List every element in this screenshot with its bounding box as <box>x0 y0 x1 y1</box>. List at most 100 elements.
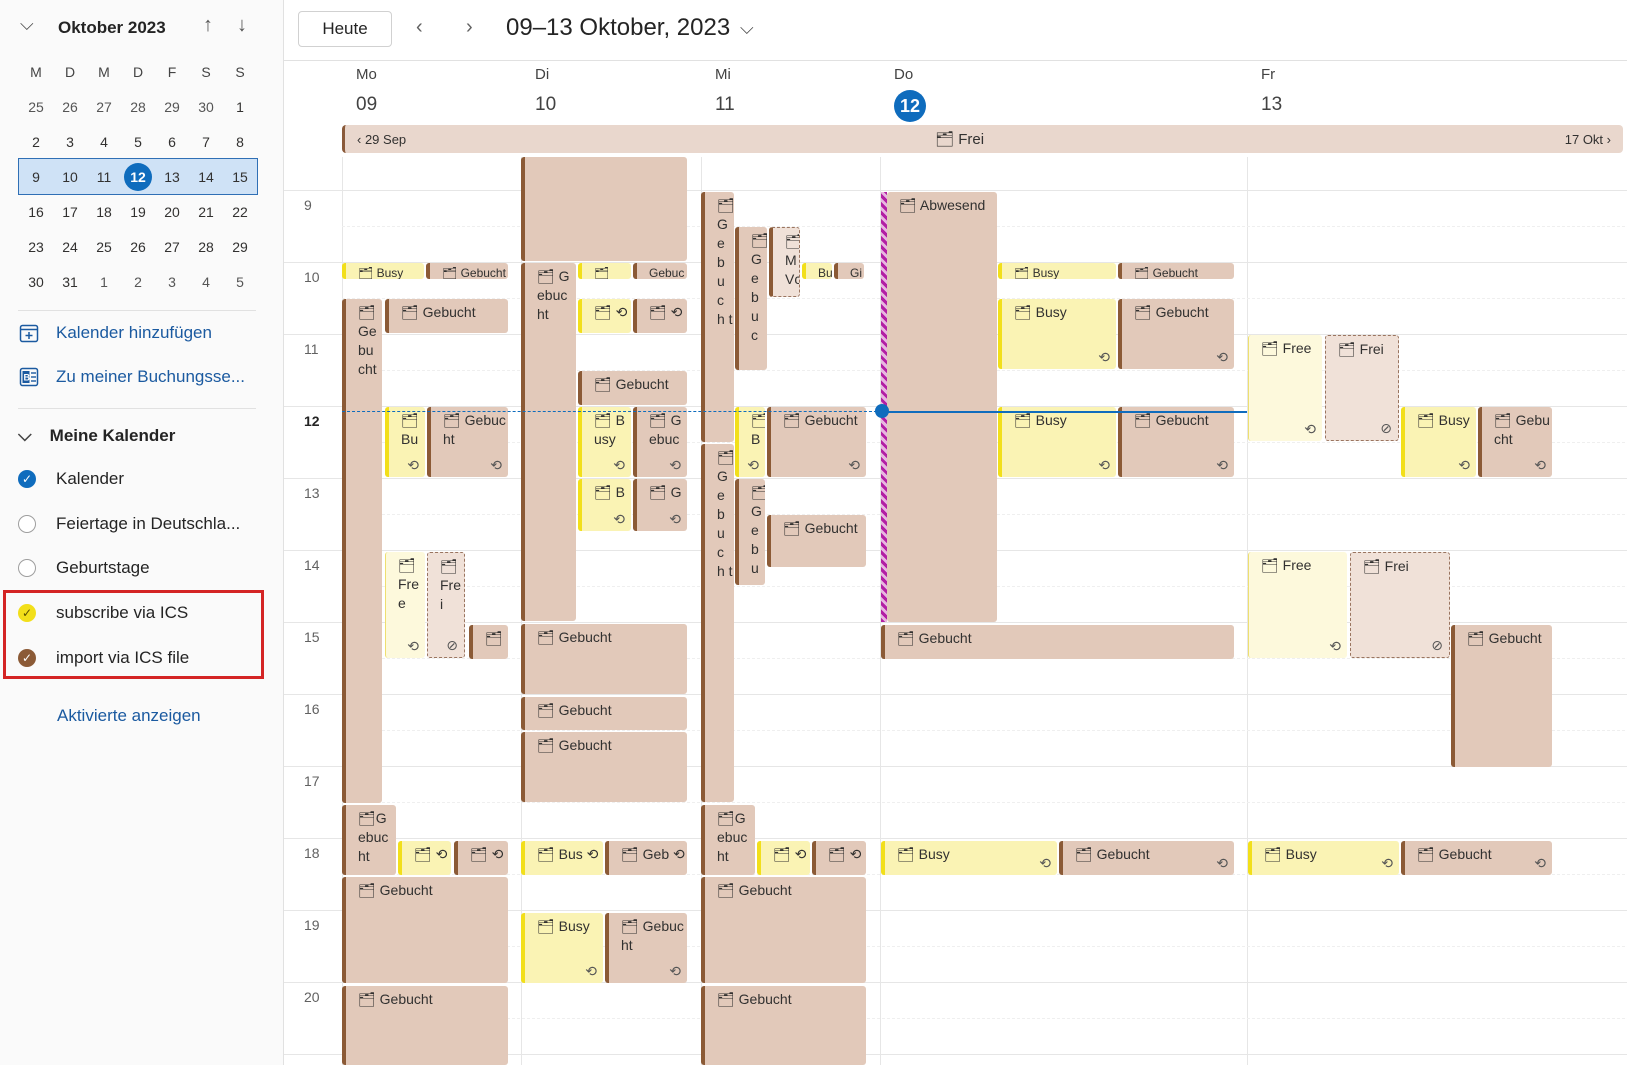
mini-calendar-day[interactable]: 25 <box>87 239 121 255</box>
event-abwesend[interactable]: 🗂 Abwesend <box>887 192 997 622</box>
day-header-friday[interactable]: Fr 13 <box>1247 60 1627 125</box>
mini-calendar-day[interactable]: 19 <box>121 204 155 220</box>
mini-calendar-day[interactable]: 17 <box>53 204 87 220</box>
event-frei[interactable]: 🗂 Fre i ⊘ <box>427 552 465 658</box>
event-gebucht[interactable]: 🗂 Gebucht <box>521 732 687 802</box>
event-gebucht[interactable]: 🗂 Gebucht <box>1451 625 1552 767</box>
mini-calendar-today[interactable]: 12 <box>124 162 152 191</box>
mini-calendar-day[interactable]: 1 <box>223 99 257 115</box>
mini-calendar-day[interactable]: 18 <box>87 204 121 220</box>
today-button[interactable]: Heute <box>298 11 392 47</box>
mini-calendar-day[interactable]: 14 <box>189 169 223 185</box>
mini-calendar-day[interactable]: 26 <box>53 99 87 115</box>
calendar-item-kalender[interactable]: ✓ Kalender <box>18 469 124 489</box>
checked-circle-icon[interactable]: ✓ <box>18 470 36 488</box>
unchecked-circle-icon[interactable] <box>18 559 36 577</box>
event-busy[interactable]: 🗂 Busy ⟲ <box>1401 407 1476 477</box>
mini-calendar-day[interactable]: 2 <box>121 274 155 290</box>
mini-calendar-day[interactable]: 11 <box>87 169 121 185</box>
mini-calendar-day[interactable]: 15 <box>223 169 257 185</box>
event-busy[interactable]: 🗂 Busy ⟲ <box>998 299 1116 369</box>
my-calendars-header[interactable]: ⌵ Meine Kalender <box>18 425 175 446</box>
event-gebucht[interactable]: 🗂 Gebucht <box>342 877 508 983</box>
event-busy[interactable]: 🗂 Busy <box>998 263 1116 279</box>
mini-calendar-day[interactable]: 6 <box>155 134 189 150</box>
event-gebucht[interactable]: 🗂 Gebuc ht ⟲ <box>427 407 508 477</box>
mini-calendar-day[interactable]: 30 <box>189 99 223 115</box>
all-day-event[interactable]: ‹ 29 Sep 🗂 Frei 17 Okt › <box>342 125 1623 153</box>
event-busy[interactable]: 🗂 B⟲ <box>578 479 631 531</box>
event-gebucht[interactable]: 🗂 Gebucht <box>881 625 1234 659</box>
event-busy[interactable]: 🗂 Busy ⟲ <box>881 841 1057 875</box>
event-free[interactable]: 🗂 Free ⟲ <box>1248 335 1322 441</box>
event-gebucht[interactable]: 🗂 Gebucht <box>342 986 508 1065</box>
event-gebucht[interactable]: 🗂 Gebucht <box>767 515 866 567</box>
event-gebucht[interactable]: 🗂 Gebucht ⟲ <box>1059 841 1234 875</box>
event-gebucht[interactable]: 🗂 Gebucht <box>578 371 687 405</box>
mini-calendar-day[interactable]: 2 <box>19 134 53 150</box>
event-gebucht[interactable]: 🗂 G e b u c h t <box>701 192 734 442</box>
mini-calendar-day[interactable]: 5 <box>223 274 257 290</box>
event-gebucht[interactable] <box>521 157 687 261</box>
event-gebucht[interactable]: 🗂G ebuc ht <box>342 805 396 875</box>
mini-calendar-day[interactable]: 28 <box>121 99 155 115</box>
event-gebucht[interactable]: 🗂 Gebu cht ⟲ <box>1478 407 1552 477</box>
date-range-title[interactable]: 09–13 Oktober, 2023 <box>506 14 730 42</box>
day-header-monday[interactable]: Mo 09 <box>342 60 521 125</box>
mini-calendar-day[interactable]: 20 <box>155 204 189 220</box>
mini-calendar-day[interactable]: 30 <box>19 274 53 290</box>
event-frei[interactable]: 🗂 Frei ⊘ <box>1325 335 1399 441</box>
event-frei[interactable]: 🗂 Frei ⊘ <box>1350 552 1450 658</box>
event-gebucht[interactable]: 🗂 Gebucht ⟲ <box>1118 407 1234 477</box>
mini-calendar-day[interactable]: 7 <box>189 134 223 150</box>
event-gebucht[interactable]: 🗂 Gebuc ht ⟲ <box>605 913 687 983</box>
day-header-tuesday[interactable]: Di 10 <box>521 60 700 125</box>
event-gebucht[interactable]: 🗂 ⟲ <box>812 841 866 875</box>
event-gebucht[interactable]: 🗂 Gebucht ⟲ <box>767 407 866 477</box>
mini-calendar-day[interactable]: 26 <box>121 239 155 255</box>
event-busy[interactable]: 🗂 Bus ⟲ <box>521 841 603 875</box>
event-busy[interactable]: 🗂 Busy <box>578 263 631 279</box>
event-gebucht[interactable]: 🗂 Gebucht <box>1118 263 1234 279</box>
mini-calendar-day[interactable]: 22 <box>223 204 257 220</box>
mini-calendar-day[interactable]: 3 <box>53 134 87 150</box>
mini-calendar-day[interactable]: 28 <box>189 239 223 255</box>
event-gebucht[interactable]: 🗂 ⟲ <box>633 299 687 333</box>
event-free[interactable]: 🗂 Free ⟲ <box>1248 552 1347 658</box>
event-free[interactable]: 🗂 Fre e ⟲ <box>385 552 425 658</box>
day-header-thursday[interactable]: Do 12 <box>880 60 1247 125</box>
mini-calendar-day[interactable]: 31 <box>53 274 87 290</box>
event-busy[interactable]: 🗂 B usy ⟲ <box>578 407 631 477</box>
event-busy[interactable]: 🗂 Busy ⟲ <box>998 407 1116 477</box>
event-gebucht[interactable]: Gebuc <box>633 263 687 279</box>
event-gebucht[interactable]: 🗂 Gebucht <box>385 299 508 333</box>
event-busy[interactable]: 🗂 Bu ⟲ <box>385 407 425 477</box>
calendar-item-holidays[interactable]: Feiertage in Deutschla... <box>18 514 240 534</box>
event-busy[interactable]: 🗂 Busy ⟲ <box>1248 841 1399 875</box>
previous-week-chevron-icon[interactable]: ‹ <box>416 16 423 39</box>
mini-calendar-day[interactable]: 21 <box>189 204 223 220</box>
mini-calendar-day[interactable]: 13 <box>155 169 189 185</box>
event-gebucht[interactable]: 🗂 Gebucht <box>521 624 687 694</box>
event-gebucht[interactable]: Gi <box>834 263 864 279</box>
mini-calendar-day[interactable]: 10 <box>53 169 87 185</box>
mini-calendar-day[interactable]: 1 <box>87 274 121 290</box>
event-gebucht[interactable]: 🗂G e b u c <box>735 227 767 370</box>
next-week-chevron-icon[interactable]: › <box>466 16 473 39</box>
event-gebucht[interactable]: 🗂 Gebucht <box>701 877 866 983</box>
calendar-item-birthdays[interactable]: Geburtstage <box>18 558 150 578</box>
booking-page-link[interactable]: B Zu meiner Buchungsse... <box>18 366 245 388</box>
mini-calendar-day[interactable]: 27 <box>87 99 121 115</box>
event-gebucht[interactable]: 🗂 Gebucht ⟲ <box>1118 299 1234 369</box>
event-gebucht[interactable]: 🗂G ebuc ht <box>701 805 755 875</box>
mini-calendar-day[interactable]: 29 <box>155 99 189 115</box>
next-month-arrow-icon[interactable]: ↓ <box>237 14 247 37</box>
mini-calendar-day[interactable]: 25 <box>19 99 53 115</box>
mini-calendar-day[interactable]: 16 <box>19 204 53 220</box>
mini-calendar-day[interactable]: 24 <box>53 239 87 255</box>
mini-calendar-day[interactable]: 5 <box>121 134 155 150</box>
event-gebucht[interactable]: 🗂 Geb ⟲ <box>605 841 687 875</box>
event-gebucht[interactable]: 🗂 G ebuc ⟲ <box>633 407 687 477</box>
event-gebucht[interactable]: 🗂 <box>469 625 508 659</box>
event-gebucht[interactable]: 🗂 G e b u c h t <box>701 444 734 802</box>
